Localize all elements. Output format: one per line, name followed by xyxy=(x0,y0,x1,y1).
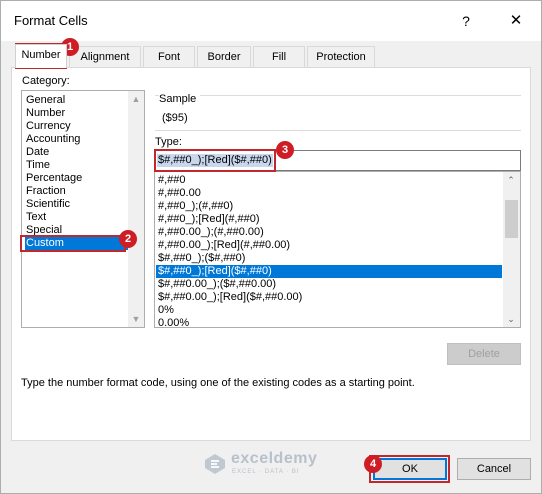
category-item-date[interactable]: Date xyxy=(25,146,129,159)
format-code-list[interactable]: #,##0 #,##0.00 #,##0_);(#,##0) #,##0_);[… xyxy=(154,171,521,328)
sample-value: ($95) xyxy=(162,112,188,124)
category-item-number[interactable]: Number xyxy=(25,107,129,120)
category-item-scientific[interactable]: Scientific xyxy=(25,198,129,211)
tab-number[interactable]: Number xyxy=(15,44,67,68)
exceldemy-logo-icon xyxy=(205,454,225,474)
category-scrollbar[interactable]: ▲ ▼ xyxy=(128,91,144,327)
scroll-down-arrow-icon[interactable]: ⌄ xyxy=(503,311,519,327)
category-item-percentage[interactable]: Percentage xyxy=(25,172,129,185)
category-item-time[interactable]: Time xyxy=(25,159,129,172)
title-bar: Format Cells ? ✕ xyxy=(1,1,541,41)
scroll-up-arrow-icon[interactable]: ⌃ xyxy=(503,172,519,188)
format-code-item[interactable]: $#,##0_);($#,##0) xyxy=(156,252,502,265)
category-list[interactable]: General Number Currency Accounting Date … xyxy=(21,90,145,328)
cancel-button[interactable]: Cancel xyxy=(457,458,531,480)
category-item-currency[interactable]: Currency xyxy=(25,120,129,133)
format-code-item[interactable]: #,##0 xyxy=(156,174,502,187)
highlight-type-input xyxy=(154,149,276,172)
tab-alignment[interactable]: Alignment xyxy=(69,46,141,67)
format-code-item[interactable]: $#,##0.00_);[Red]($#,##0.00) xyxy=(156,291,502,304)
format-code-item[interactable]: $#,##0.00_);($#,##0.00) xyxy=(156,278,502,291)
callout-badge-2: 2 xyxy=(119,230,137,248)
format-code-item[interactable]: #,##0_);(#,##0) xyxy=(156,200,502,213)
type-label: Type: xyxy=(155,136,182,148)
watermark-name: exceldemy xyxy=(231,450,318,467)
format-code-item[interactable]: #,##0.00_);(#,##0.00) xyxy=(156,226,502,239)
callout-badge-3: 3 xyxy=(276,141,294,159)
tab-fill[interactable]: Fill xyxy=(253,46,305,67)
tab-protection[interactable]: Protection xyxy=(307,46,375,67)
category-item-text[interactable]: Text xyxy=(25,211,129,224)
scroll-down-arrow-icon[interactable]: ▼ xyxy=(128,311,144,327)
format-code-item[interactable]: 0% xyxy=(156,304,502,317)
watermark-tagline: EXCEL · DATA · BI xyxy=(232,469,300,475)
format-code-item[interactable]: #,##0.00_);[Red](#,##0.00) xyxy=(156,239,502,252)
format-code-item[interactable]: #,##0.00 xyxy=(156,187,502,200)
description-text: Type the number format code, using one o… xyxy=(21,377,415,389)
dialog-title: Format Cells xyxy=(14,13,88,28)
delete-button[interactable]: Delete xyxy=(447,343,521,365)
highlight-custom-category xyxy=(20,235,126,252)
help-button[interactable]: ? xyxy=(453,9,479,33)
category-label: Category: xyxy=(22,75,70,87)
category-item-general[interactable]: General xyxy=(25,94,129,107)
format-code-item-selected[interactable]: $#,##0_);[Red]($#,##0) xyxy=(156,265,502,278)
scroll-up-arrow-icon[interactable]: ▲ xyxy=(128,91,144,107)
format-cells-dialog: Format Cells ? ✕ Number Alignment Font B… xyxy=(0,0,542,494)
format-code-item[interactable]: #,##0_);[Red](#,##0) xyxy=(156,213,502,226)
exceldemy-watermark: exceldemy EXCEL · DATA · BI xyxy=(201,450,361,480)
category-item-fraction[interactable]: Fraction xyxy=(25,185,129,198)
category-item-accounting[interactable]: Accounting xyxy=(25,133,129,146)
tab-border[interactable]: Border xyxy=(197,46,251,67)
callout-badge-4: 4 xyxy=(364,455,382,473)
scrollbar-thumb[interactable] xyxy=(505,200,518,238)
sample-label: Sample xyxy=(159,93,201,105)
sample-group xyxy=(155,95,521,131)
format-list-scrollbar[interactable]: ⌃ ⌄ xyxy=(503,172,520,327)
format-code-item[interactable]: 0.00% xyxy=(156,317,502,327)
tab-font[interactable]: Font xyxy=(143,46,195,67)
close-button[interactable]: ✕ xyxy=(501,9,531,33)
